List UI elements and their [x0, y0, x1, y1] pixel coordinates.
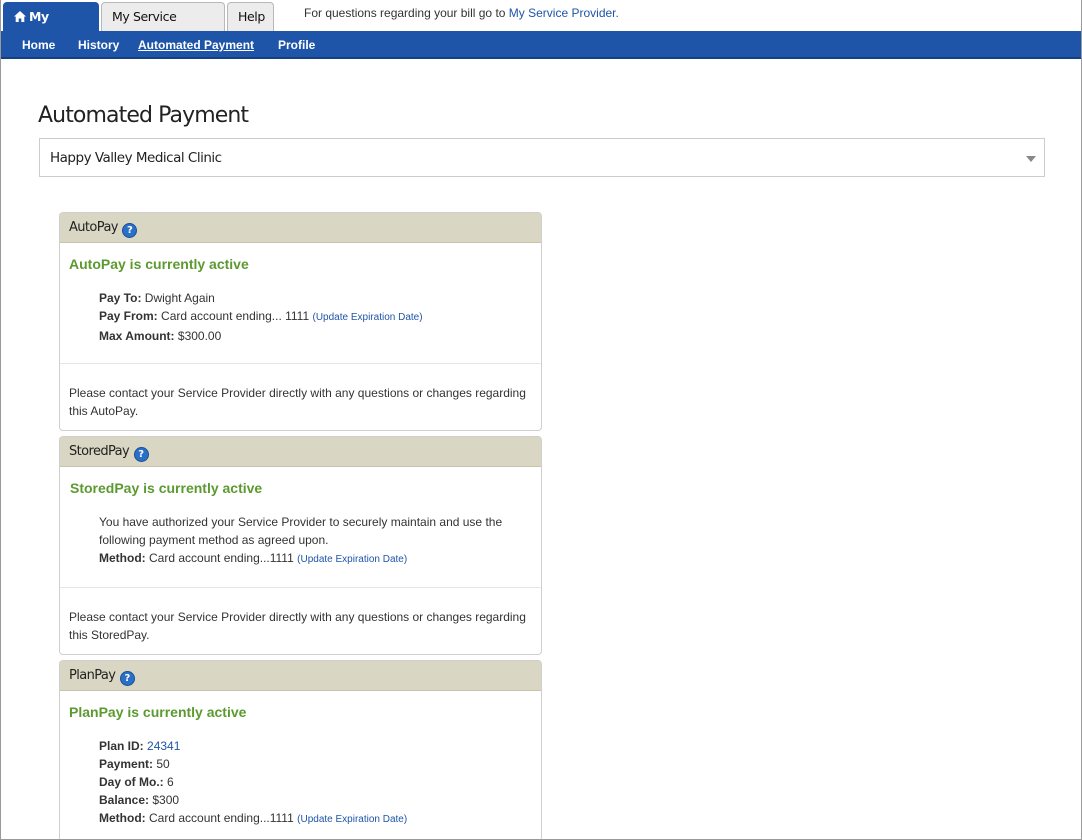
storedpay-footer: Please contact your Service Provider dir…: [69, 610, 526, 642]
help-icon[interactable]: ?: [122, 223, 138, 238]
storedpay-panel: StoredPay ? StoredPay is currently activ…: [59, 436, 542, 655]
max-amount-value: $300.00: [177, 329, 222, 343]
app-frame: My Account My Service Provider Help For …: [0, 0, 1082, 840]
method-label: Method:: [99, 811, 146, 825]
page-title: Automated Payment: [38, 103, 249, 128]
max-amount-row: Max Amount: $300.00: [99, 327, 423, 345]
pay-from-value: Card account ending... 1111: [161, 309, 310, 323]
pay-to-label: Pay To:: [99, 291, 142, 305]
update-expiration-link[interactable]: Update Expiration Date: [300, 814, 403, 825]
update-expiration-link[interactable]: Update Expiration Date: [300, 554, 403, 565]
day-of-month-label: Day of Mo.:: [99, 775, 164, 789]
autopay-footer: Please contact your Service Provider dir…: [69, 386, 526, 418]
nav-automated-payment[interactable]: Automated Payment: [138, 38, 254, 52]
storedpay-details: You have authorized your Service Provide…: [99, 513, 519, 569]
tab-my-service-provider[interactable]: My Service Provider: [101, 2, 225, 52]
autopay-status: AutoPay is currently active: [69, 256, 249, 272]
divider: [60, 363, 541, 364]
service-provider-link[interactable]: My Service Provider.: [509, 6, 619, 20]
payment-label: Payment:: [99, 757, 154, 771]
autopay-title: AutoPay: [69, 220, 119, 235]
tab-help[interactable]: Help: [227, 2, 274, 32]
planpay-panel: PlanPay ? PlanPay is currently active Pl…: [59, 660, 542, 839]
storedpay-header: StoredPay ?: [60, 437, 541, 467]
planpay-header: PlanPay ?: [60, 661, 541, 691]
billing-notice-text: For questions regarding your bill go to: [304, 6, 506, 20]
method-value: Card account ending...1111: [149, 551, 294, 565]
plan-id-row: Plan ID: 24341: [99, 737, 407, 755]
pay-from-label: Pay From:: [99, 309, 158, 323]
main-nav: Home History Automated Payment Profile: [1, 31, 1081, 59]
billing-notice: For questions regarding your bill go to …: [304, 6, 619, 20]
pay-to-row: Pay To: Dwight Again: [99, 289, 423, 307]
payment-value: 50: [156, 757, 170, 771]
method-row: Method: Card account ending...1111 (Upda…: [99, 811, 408, 825]
help-icon[interactable]: ?: [119, 671, 135, 686]
planpay-status: PlanPay is currently active: [69, 704, 247, 720]
day-of-month-row: Day of Mo.: 6: [99, 773, 407, 791]
method-label: Method:: [99, 551, 146, 565]
home-icon: [14, 11, 26, 22]
help-icon[interactable]: ?: [133, 447, 149, 462]
provider-select[interactable]: Happy Valley Medical Clinic: [39, 138, 1045, 177]
autopay-details: Pay To: Dwight Again Pay From: Card acco…: [99, 289, 423, 345]
autopay-panel: AutoPay ? AutoPay is currently active Pa…: [59, 212, 542, 431]
max-amount-label: Max Amount:: [99, 329, 175, 343]
provider-select-value: Happy Valley Medical Clinic: [50, 150, 222, 166]
nav-profile[interactable]: Profile: [278, 38, 315, 52]
pay-to-value: Dwight Again: [144, 291, 215, 305]
storedpay-title: StoredPay: [69, 444, 130, 459]
payment-row: Payment: 50: [99, 755, 407, 773]
method-value: Card account ending...1111: [149, 811, 294, 825]
nav-home[interactable]: Home: [22, 38, 55, 52]
pay-from-row: Pay From: Card account ending... 1111 (U…: [99, 309, 423, 323]
planpay-details: Plan ID: 24341 Payment: 50 Day of Mo.: 6…: [99, 737, 407, 829]
nav-history[interactable]: History: [78, 38, 119, 52]
planpay-title: PlanPay: [69, 668, 116, 683]
storedpay-status: StoredPay is currently active: [70, 480, 263, 496]
storedpay-description: You have authorized your Service Provide…: [99, 515, 503, 547]
divider: [60, 587, 541, 588]
autopay-header: AutoPay ?: [60, 213, 541, 243]
tab-my-account[interactable]: My Account: [3, 2, 99, 52]
plan-id-link[interactable]: 24341: [147, 739, 180, 753]
method-row: Method: Card account ending...1111 (Upda…: [99, 551, 408, 565]
update-expiration-link[interactable]: Update Expiration Date: [316, 312, 419, 323]
top-tab-bar: My Account My Service Provider Help For …: [1, 0, 1081, 52]
balance-row: Balance: $300: [99, 791, 407, 809]
balance-value: $300: [152, 793, 180, 807]
balance-label: Balance:: [99, 793, 150, 807]
day-of-month-value: 6: [167, 775, 174, 789]
plan-id-label: Plan ID:: [99, 739, 144, 753]
caret-down-icon: [1026, 156, 1036, 162]
